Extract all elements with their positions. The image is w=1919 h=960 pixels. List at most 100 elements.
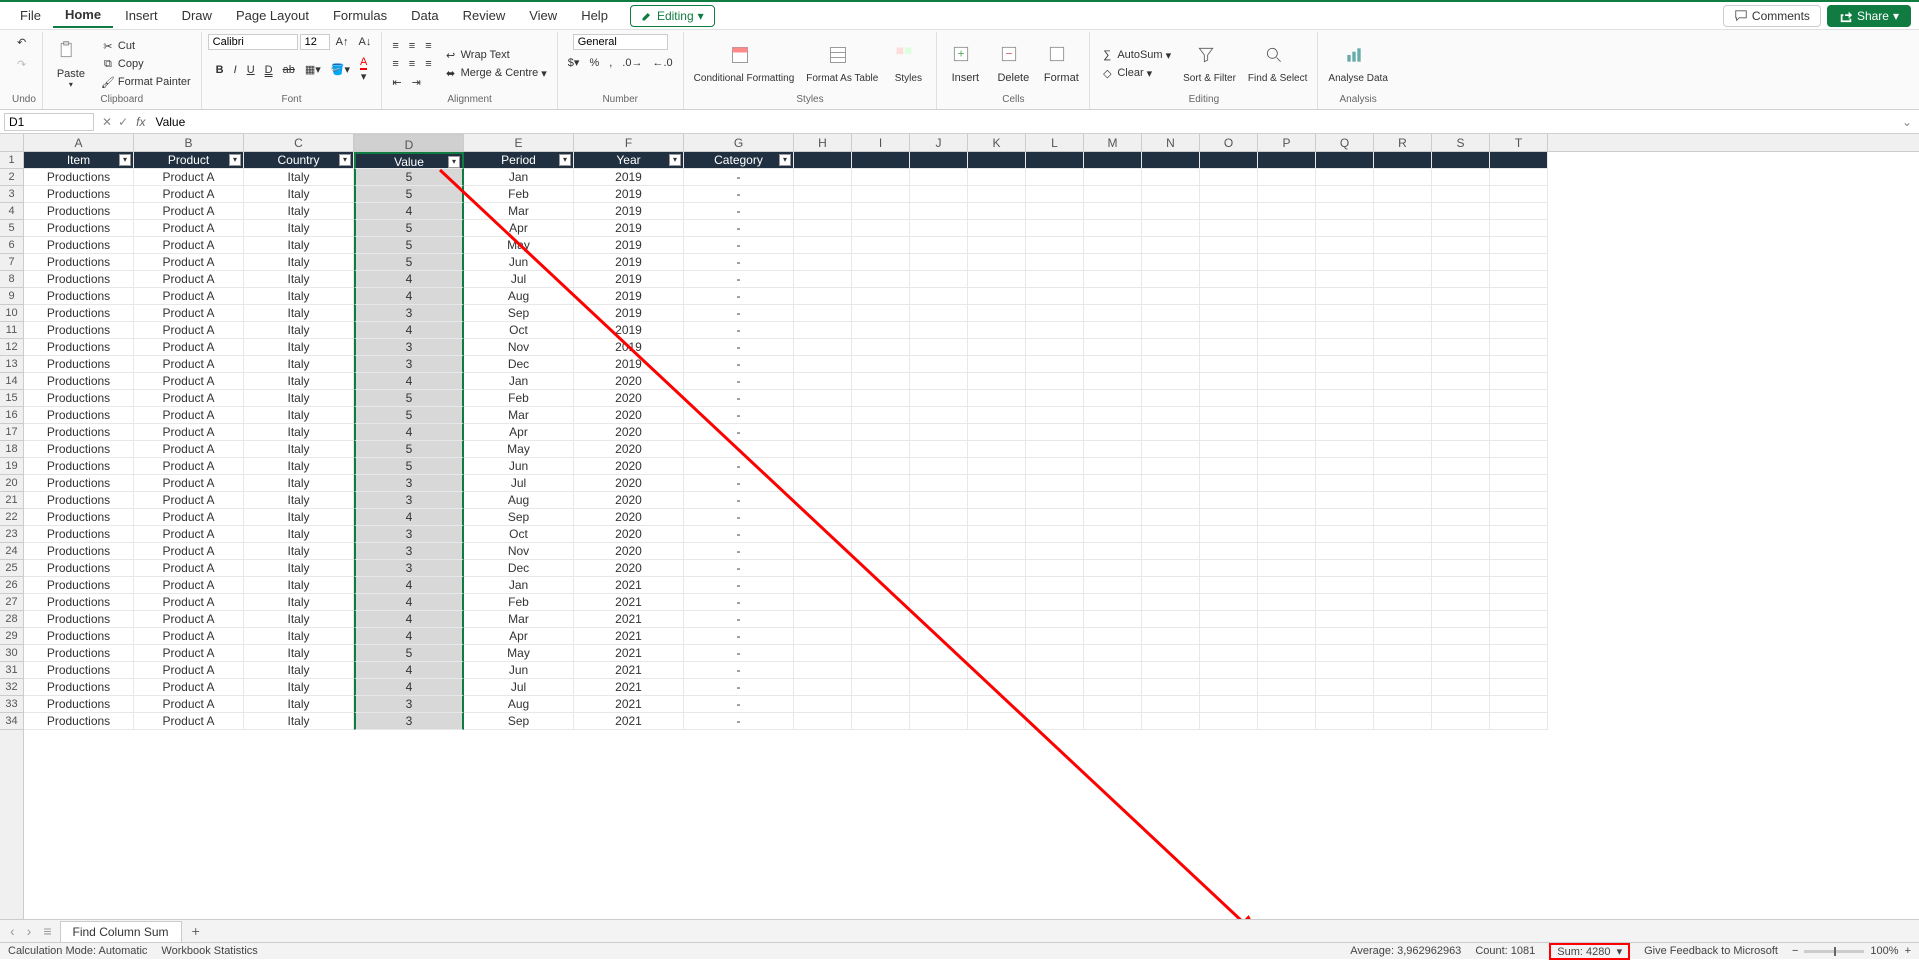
decrease-font-button[interactable]: A↓ [355,34,376,50]
data-cell[interactable] [1316,662,1374,679]
data-cell[interactable] [1200,322,1258,339]
data-cell[interactable] [1374,373,1432,390]
paste-button[interactable]: Paste ▾ [49,38,93,91]
data-cell[interactable]: 3 [354,560,464,577]
data-cell[interactable] [1258,509,1316,526]
data-cell[interactable]: 4 [354,577,464,594]
data-cell[interactable] [1374,628,1432,645]
data-cell[interactable] [1432,203,1490,220]
data-cell[interactable]: 3 [354,339,464,356]
row-header[interactable]: 7 [0,254,23,271]
data-cell[interactable]: Jan [464,169,574,186]
cell-styles-button[interactable]: Styles [886,43,930,86]
comments-button[interactable]: Comments [1723,5,1821,27]
data-cell[interactable]: 4 [354,424,464,441]
data-cell[interactable] [1432,390,1490,407]
data-cell[interactable] [1432,492,1490,509]
data-cell[interactable] [1432,645,1490,662]
data-cell[interactable] [1084,169,1142,186]
data-cell[interactable] [1200,475,1258,492]
data-cell[interactable] [1490,696,1548,713]
data-cell[interactable]: May [464,645,574,662]
data-cell[interactable] [1258,254,1316,271]
data-cell[interactable] [1084,390,1142,407]
header-cell[interactable] [968,152,1026,169]
data-cell[interactable] [852,713,910,730]
data-cell[interactable] [1258,186,1316,203]
data-cell[interactable]: Productions [24,713,134,730]
data-cell[interactable] [1142,441,1200,458]
data-cell[interactable] [1374,458,1432,475]
zoom-out-button[interactable]: − [1792,945,1798,957]
data-cell[interactable] [1490,543,1548,560]
data-cell[interactable]: 5 [354,220,464,237]
align-top-button[interactable]: ≡ [388,38,402,54]
data-cell[interactable]: Productions [24,424,134,441]
data-cell[interactable] [794,611,852,628]
data-cell[interactable]: 2021 [574,679,684,696]
data-cell[interactable]: - [684,305,794,322]
data-cell[interactable]: 2020 [574,390,684,407]
data-cell[interactable]: 2020 [574,373,684,390]
data-cell[interactable] [794,713,852,730]
data-cell[interactable] [1084,492,1142,509]
data-cell[interactable] [910,186,968,203]
data-cell[interactable] [1026,509,1084,526]
header-cell[interactable]: Period▾ [464,152,574,169]
data-cell[interactable]: Product A [134,237,244,254]
data-cell[interactable]: Productions [24,645,134,662]
row-header[interactable]: 10 [0,305,23,322]
data-cell[interactable] [1084,186,1142,203]
filter-button[interactable]: ▾ [559,154,571,166]
data-cell[interactable] [1374,203,1432,220]
data-cell[interactable] [1432,339,1490,356]
row-header[interactable]: 32 [0,679,23,696]
data-cell[interactable] [1490,475,1548,492]
data-cell[interactable] [794,424,852,441]
data-cell[interactable] [968,560,1026,577]
data-cell[interactable] [1374,288,1432,305]
data-cell[interactable]: Product A [134,475,244,492]
data-cell[interactable]: 5 [354,186,464,203]
data-cell[interactable] [968,679,1026,696]
column-header-J[interactable]: J [910,134,968,151]
data-cell[interactable] [1084,679,1142,696]
data-cell[interactable] [910,492,968,509]
data-cell[interactable] [1142,407,1200,424]
data-cell[interactable] [1316,373,1374,390]
data-cell[interactable]: 2021 [574,594,684,611]
data-cell[interactable] [968,662,1026,679]
data-cell[interactable] [1258,475,1316,492]
data-cell[interactable] [910,424,968,441]
column-header-I[interactable]: I [852,134,910,151]
data-cell[interactable] [910,526,968,543]
data-cell[interactable]: Feb [464,594,574,611]
data-cell[interactable]: Productions [24,611,134,628]
data-cell[interactable] [1026,288,1084,305]
data-cell[interactable]: Aug [464,492,574,509]
data-cell[interactable]: 4 [354,679,464,696]
data-cell[interactable]: 2021 [574,662,684,679]
data-cell[interactable] [1142,169,1200,186]
data-cell[interactable] [1316,322,1374,339]
tab-home[interactable]: Home [53,3,113,28]
row-header[interactable]: 17 [0,424,23,441]
data-cell[interactable]: Sep [464,509,574,526]
data-cell[interactable]: - [684,237,794,254]
data-cell[interactable] [1142,475,1200,492]
row-header[interactable]: 18 [0,441,23,458]
data-cell[interactable]: 3 [354,305,464,322]
data-cell[interactable] [1026,237,1084,254]
data-cell[interactable] [1200,254,1258,271]
data-cell[interactable] [910,169,968,186]
filter-button[interactable]: ▾ [448,156,460,168]
data-cell[interactable] [1490,186,1548,203]
data-cell[interactable]: Productions [24,169,134,186]
data-cell[interactable]: 2019 [574,271,684,288]
data-cell[interactable] [1374,186,1432,203]
data-cell[interactable]: - [684,322,794,339]
data-cell[interactable]: Product A [134,356,244,373]
data-cell[interactable] [968,322,1026,339]
column-header-H[interactable]: H [794,134,852,151]
data-cell[interactable] [968,543,1026,560]
